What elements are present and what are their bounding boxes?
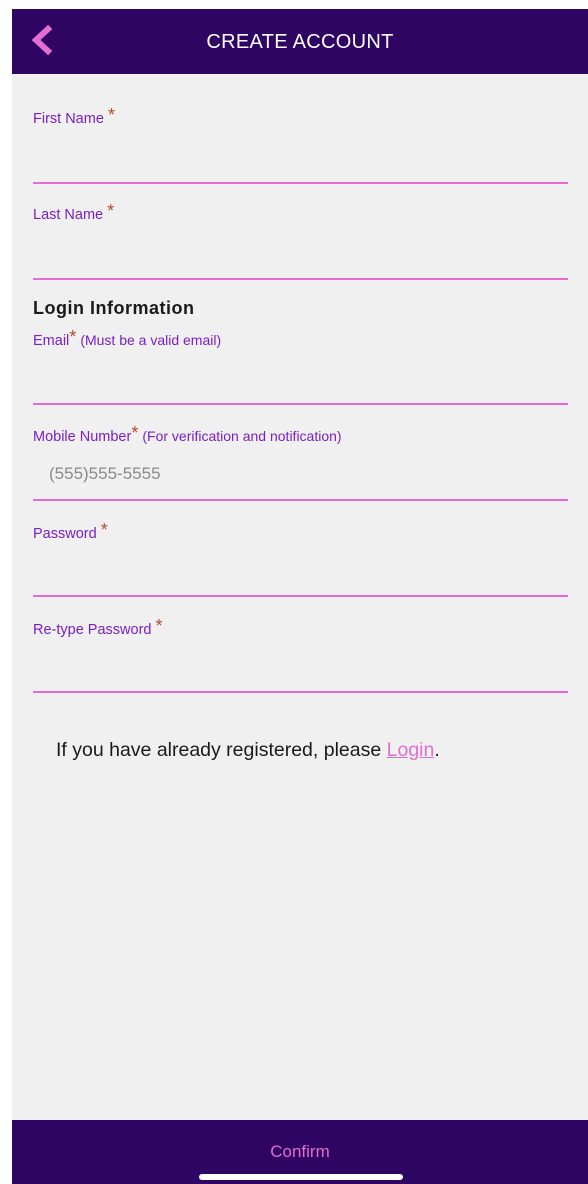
required-marker: * (131, 423, 139, 443)
retype-password-label: Re-type Password * (33, 616, 163, 638)
retype-password-field: Re-type Password * (33, 616, 568, 698)
required-marker: * (69, 327, 77, 347)
required-marker: * (155, 616, 163, 636)
password-underline (33, 595, 568, 597)
retype-password-underline (33, 691, 568, 693)
page-title: CREATE ACCOUNT (206, 31, 394, 53)
email-input[interactable] (33, 367, 568, 403)
login-link[interactable]: Login (387, 739, 435, 761)
app-header: CREATE ACCOUNT (12, 9, 588, 74)
last-name-underline (33, 278, 568, 280)
create-account-screen: CREATE ACCOUNT First Name * Last Name * … (12, 9, 588, 1184)
mobile-number-field: Mobile Number* (For verification and not… (33, 423, 568, 505)
footer-bar: Confirm (12, 1120, 588, 1184)
mobile-number-label: Mobile Number* (For verification and not… (33, 423, 342, 445)
last-name-field: Last Name * (33, 201, 568, 283)
password-label: Password * (33, 520, 108, 542)
mobile-number-hint: (For verification and notification) (142, 428, 342, 444)
required-marker: * (100, 520, 108, 540)
email-field: Email* (Must be a valid email) (33, 327, 568, 409)
password-field: Password * (33, 520, 568, 602)
login-note-period: . (434, 739, 440, 761)
first-name-label: First Name * (33, 105, 115, 127)
first-name-field: First Name * (33, 105, 568, 187)
required-marker: * (107, 105, 115, 125)
email-underline (33, 403, 568, 405)
first-name-input[interactable] (33, 145, 568, 181)
mobile-number-underline (33, 499, 568, 501)
first-name-underline (33, 182, 568, 184)
mobile-number-input[interactable] (33, 456, 568, 492)
last-name-input[interactable] (33, 241, 568, 277)
email-hint: (Must be a valid email) (80, 332, 222, 348)
password-input[interactable] (33, 560, 568, 596)
already-registered-note: If you have already registered, please L… (56, 739, 440, 762)
last-name-label: Last Name * (33, 201, 115, 223)
login-note-text: If you have already registered, please (56, 739, 387, 761)
retype-password-input[interactable] (33, 656, 568, 692)
required-marker: * (107, 201, 115, 221)
email-label: Email* (Must be a valid email) (33, 327, 222, 349)
home-indicator[interactable] (199, 1174, 403, 1180)
confirm-button[interactable]: Confirm (12, 1142, 588, 1162)
login-information-heading: Login Information (33, 298, 195, 318)
